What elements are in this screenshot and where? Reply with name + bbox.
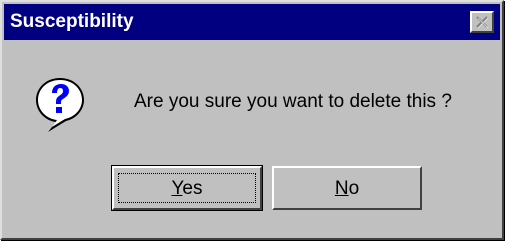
- no-button-label: No: [334, 178, 360, 199]
- question-icon: [36, 78, 84, 132]
- yes-button[interactable]: Yes: [111, 165, 263, 211]
- close-button[interactable]: [470, 11, 494, 33]
- title-bar[interactable]: Susceptibility: [4, 4, 500, 40]
- no-button[interactable]: No: [272, 166, 422, 210]
- close-icon: [476, 16, 489, 29]
- dialog-title: Susceptibility: [10, 11, 134, 32]
- dialog-message: Are you sure you want to delete this ?: [134, 91, 452, 112]
- message-dialog: Susceptibility Are you sure you want to …: [0, 0, 504, 240]
- yes-button-label: Yes: [171, 178, 203, 199]
